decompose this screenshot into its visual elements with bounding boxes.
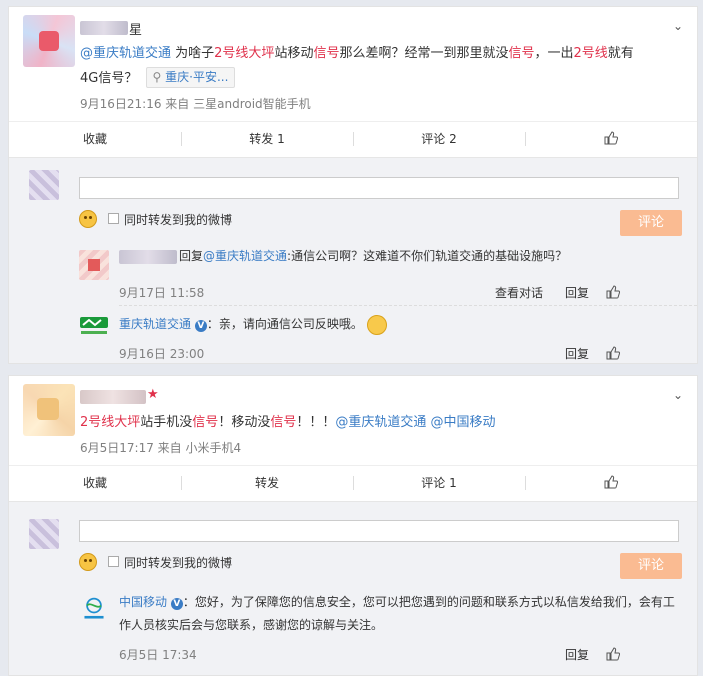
smile-emoji-icon [366,314,387,335]
comment-button[interactable]: 评论 2 [353,122,525,156]
repost-checkbox[interactable] [108,556,119,567]
commenter-name-link[interactable]: 重庆轨道交通 [119,317,191,331]
repost-checkbox-label[interactable]: 同时转发到我的微博 [124,554,232,571]
post-card: 星 ⌄ @重庆轨道交通 为啥子2号线大坪站移动信号那么差啊？经常一到那里就没信号… [8,6,698,364]
comment-time: 9月17日 11:58 [119,286,205,300]
submit-comment-button[interactable]: 评论 [620,553,682,579]
user-avatar[interactable] [23,384,75,436]
comment-item: 中国移动 V ：您好，为了保障您的信息安全，您可以把您遇到的问题和联系方式以私信发… [79,592,685,662]
username-suffix[interactable]: 星 [129,19,142,38]
thumbs-up-icon[interactable] [606,346,620,360]
post-text: @重庆轨道交通 为啥子2号线大坪站移动信号那么差啊？经常一到那里就没信号，一出2… [80,46,634,88]
blurred-commenter-name[interactable] [119,250,177,264]
post-card: ★ ⌄ 2号线大坪站手机没信号！移动没信号！！！@重庆轨道交通 @中国移动 6月… [8,375,698,676]
member-star-icon[interactable]: ★ [147,387,159,402]
verified-icon: V [170,598,183,610]
keyword-link[interactable]: 2号线大坪 [80,415,140,430]
comment-button[interactable]: 评论 1 [353,466,525,500]
keyword-link[interactable]: 信号 [270,415,296,430]
keyword-link[interactable]: 2号线大坪 [214,46,274,61]
my-avatar [29,519,59,549]
emoji-icon[interactable] [79,553,97,571]
emoji-icon[interactable] [79,210,97,228]
cq-rail-logo[interactable] [79,313,109,339]
verified-icon: V [194,320,207,332]
like-button[interactable] [525,466,697,500]
comment-text: 中国移动 V ：您好，为了保障您的信息安全，您可以把您遇到的问题和联系方式以私信发… [119,595,675,632]
my-avatar [29,170,59,200]
mention-link[interactable]: @重庆轨道交通 [203,249,287,263]
keyword-link[interactable]: 信号 [508,46,534,61]
repost-checkbox[interactable] [108,213,119,224]
reply-link[interactable]: 回复 [565,345,589,362]
keyword-link[interactable]: 信号 [313,46,339,61]
chevron-down-icon[interactable]: ⌄ [671,388,685,402]
comment-text: 重庆轨道交通 V ：亲，请向通信公司反映哦。 [119,313,387,336]
repost-button[interactable]: 转发 1 [181,122,353,156]
comment-pane: 同时转发到我的微博 评论 中国移动 V ：您好，为了保障您的信息安全，您可以把您遇… [9,501,697,675]
location-tag[interactable]: ⚲ 重庆·平安... [145,67,236,88]
china-mobile-logo[interactable] [79,596,109,622]
comment-item: 重庆轨道交通 V ：亲，请向通信公司反映哦。 9月16日 23:00 回复 [79,313,685,363]
post-text: 2号线大坪站手机没信号！移动没信号！！！@重庆轨道交通 @中国移动 [80,415,496,430]
post-meta[interactable]: 9月16日21:16 来自 三星android智能手机 [80,95,311,112]
reply-link[interactable]: 回复 [565,646,589,663]
keyword-link[interactable]: 2号线 [574,46,608,61]
view-conversation-link[interactable]: 查看对话 [495,284,543,301]
comment-item: 回复@重庆轨道交通:通信公司啊？这难道不你们轨道交通的基础设施吗？ 9月17日 … [79,246,685,306]
post-meta[interactable]: 6月5日17:17 来自 小米手机4 [80,439,241,456]
favorite-button[interactable]: 收藏 [9,122,181,156]
thumbs-up-icon[interactable] [606,285,620,299]
mention-link[interactable]: @重庆轨道交通 [335,415,426,430]
commenter-avatar[interactable] [79,250,109,280]
blurred-username[interactable] [80,390,146,404]
comment-time: 6月5日 17:34 [119,648,197,662]
mention-link[interactable]: @中国移动 [426,415,496,430]
chevron-down-icon[interactable]: ⌄ [671,19,685,33]
repost-checkbox-label[interactable]: 同时转发到我的微博 [124,211,232,228]
submit-comment-button[interactable]: 评论 [620,210,682,236]
keyword-link[interactable]: 信号 [192,415,218,430]
thumbs-up-icon [604,475,619,489]
thumbs-up-icon[interactable] [606,647,620,661]
action-bar: 收藏 转发 1 评论 2 [9,121,697,156]
comment-pane: 同时转发到我的微博 评论 回复@重庆轨道交通:通信公司啊？这难道不你们轨道交通的… [9,157,697,363]
comment-input[interactable] [79,177,679,199]
repost-button[interactable]: 转发 [181,466,353,500]
commenter-name-link[interactable]: 中国移动 [119,595,167,609]
comment-text: 回复@重庆轨道交通:通信公司啊？这难道不你们轨道交通的基础设施吗？ [179,249,568,263]
reply-link[interactable]: 回复 [565,284,589,301]
blurred-username[interactable] [80,21,128,35]
action-bar: 收藏 转发 评论 1 [9,465,697,500]
user-avatar[interactable] [23,15,75,67]
comment-divider [119,305,697,306]
like-button[interactable] [525,122,697,156]
mention-link[interactable]: @重庆轨道交通 [80,46,171,61]
comment-input[interactable] [79,520,679,542]
comment-time: 9月16日 23:00 [119,347,205,361]
thumbs-up-icon [604,131,619,145]
favorite-button[interactable]: 收藏 [9,466,181,500]
location-pin-icon: ⚲ [152,70,162,84]
